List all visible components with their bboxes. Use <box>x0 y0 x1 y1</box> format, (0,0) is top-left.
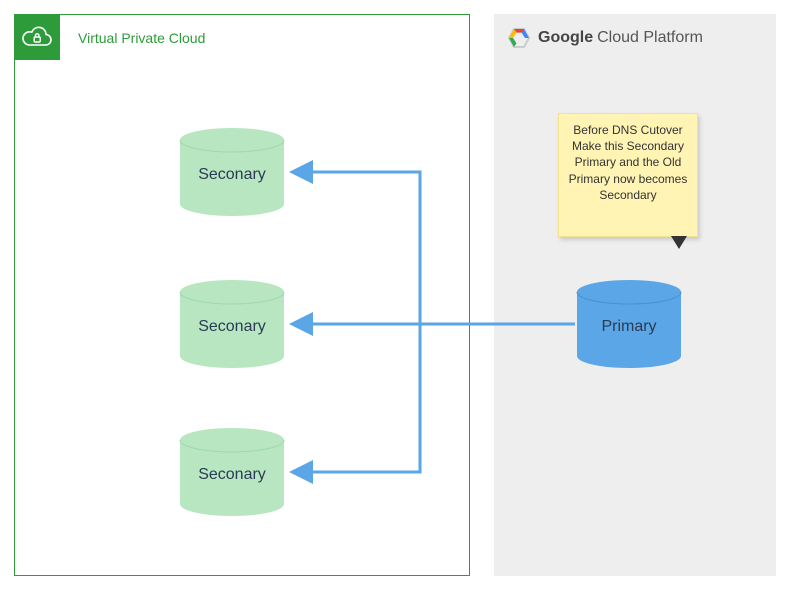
db-secondary-3 <box>178 428 286 516</box>
db-secondary-2 <box>178 280 286 368</box>
db-primary <box>575 280 683 368</box>
sticky-note-text: Before DNS Cutover Make this Secondary P… <box>569 123 688 202</box>
connection-primary-secondary3 <box>295 324 420 472</box>
sticky-note: Before DNS Cutover Make this Secondary P… <box>558 113 698 237</box>
connection-primary-secondary1 <box>295 172 420 324</box>
db-secondary-1 <box>178 128 286 216</box>
